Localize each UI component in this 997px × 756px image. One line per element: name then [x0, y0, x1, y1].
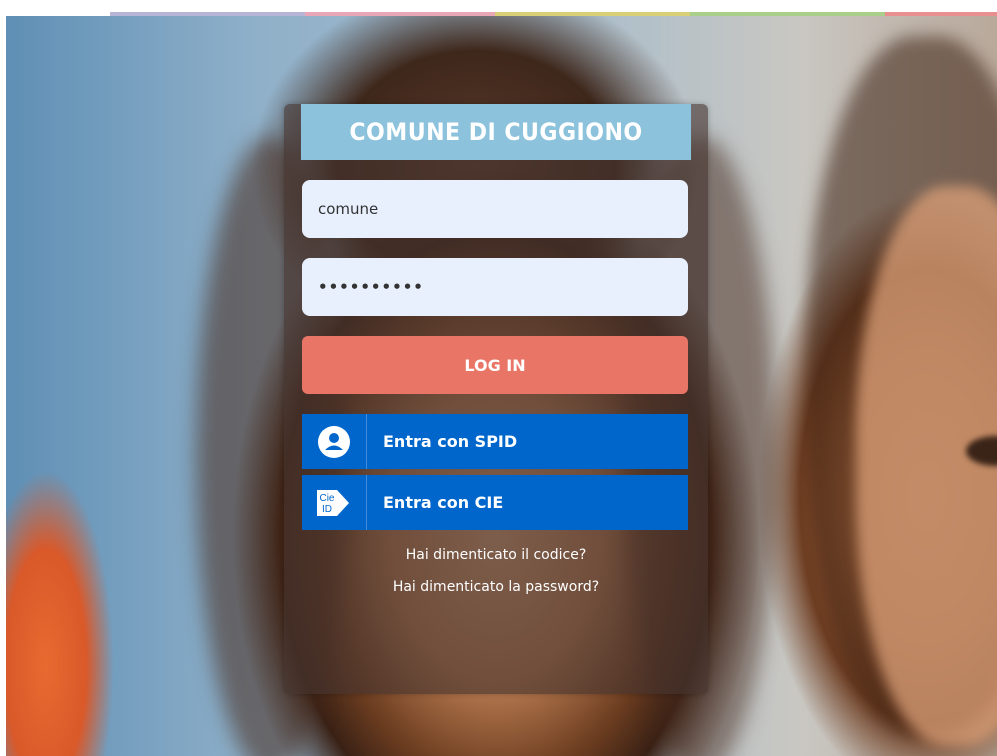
- top-color-stripe: [0, 0, 997, 16]
- cie-label: Entra con CIE: [383, 493, 504, 512]
- svg-text:Cie: Cie: [319, 493, 334, 504]
- cie-login-button[interactable]: Cie ID Entra con CIE: [302, 475, 688, 530]
- forgot-password-link[interactable]: Hai dimenticato la password?: [284, 579, 708, 595]
- spid-login-button[interactable]: Entra con SPID: [302, 414, 688, 469]
- login-button[interactable]: LOG IN: [302, 336, 688, 394]
- page-title: COMUNE DI CUGGIONO: [300, 104, 692, 160]
- login-card: COMUNE DI CUGGIONO comune •••••••••• LOG…: [284, 104, 708, 694]
- password-field[interactable]: ••••••••••: [302, 258, 688, 316]
- username-field[interactable]: comune: [302, 180, 688, 238]
- forgot-code-link[interactable]: Hai dimenticato il codice?: [284, 547, 708, 563]
- cie-id-icon: Cie ID: [302, 475, 367, 530]
- spid-icon: [302, 414, 367, 469]
- spid-label: Entra con SPID: [383, 432, 518, 451]
- svg-text:ID: ID: [322, 504, 332, 515]
